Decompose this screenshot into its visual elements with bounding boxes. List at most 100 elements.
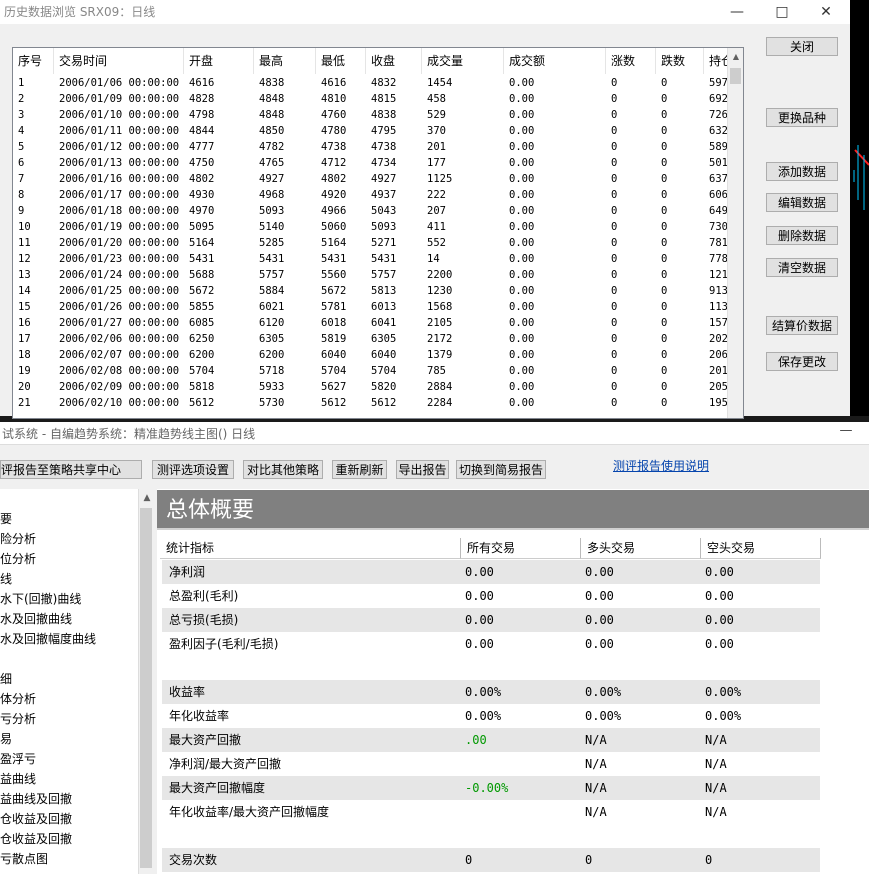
report-value-all: 0.00 xyxy=(465,613,494,627)
minimize-icon[interactable]: — xyxy=(715,0,759,24)
report-row: 交易次数 0 0 0 xyxy=(162,848,820,872)
report-row: 盈利因子(毛利/毛损) 0.00 0.00 0.00 xyxy=(162,632,820,656)
table-cell: 2006/02/07 00:00:00 xyxy=(59,349,180,361)
table-row[interactable]: 4 2006/01/11 00:00:00 4844 4850 4780 4795 370 0… xyxy=(13,123,733,139)
column-header[interactable]: 序号 xyxy=(13,48,54,74)
table-row[interactable]: 2 2006/01/09 00:00:00 4828 4848 4810 4815 458 0… xyxy=(13,91,733,107)
table-row[interactable]: 3 2006/01/10 00:00:00 4798 4848 4760 4838 529 0… xyxy=(13,107,733,123)
report-row xyxy=(162,824,820,848)
table-cell: 6040 xyxy=(371,349,397,361)
tree-item[interactable]: 体分析 xyxy=(0,689,36,709)
table-row[interactable]: 6 2006/01/13 00:00:00 4750 4765 4712 4734 177 0… xyxy=(13,155,733,171)
options-button[interactable]: 测评选项设置 xyxy=(152,460,234,479)
table-cell: 1230 xyxy=(427,285,453,297)
table-cell: 1125 xyxy=(427,173,453,185)
column-header[interactable]: 成交量 xyxy=(422,48,504,74)
table-cell: 2006/01/11 00:00:00 xyxy=(59,125,180,137)
tree-item[interactable]: 益曲线及回撤 xyxy=(0,789,72,809)
table-cell: 0 xyxy=(611,109,618,121)
tree-item[interactable]: 仓收益及回撤 xyxy=(0,829,72,849)
tree-item[interactable]: 水及回撤幅度曲线 xyxy=(0,629,96,649)
table-row[interactable]: 15 2006/01/26 00:00:00 5855 6021 5781 6013 156… xyxy=(13,299,733,315)
history-data-table[interactable]: 序号 交易时间 开盘 最高 最低 收盘 成交量 成交额 涨数 跌数 持仓 1 2006/01/06 0… xyxy=(12,47,744,419)
table-row[interactable]: 9 2006/01/18 00:00:00 4970 5093 4966 5043 207 0… xyxy=(13,203,733,219)
table-row[interactable]: 13 2006/01/24 00:00:00 5688 5757 5560 5757 220… xyxy=(13,267,733,283)
column-header[interactable]: 最高 xyxy=(254,48,316,74)
scroll-up-icon[interactable]: ▲ xyxy=(139,493,155,503)
column-header[interactable]: 收盘 xyxy=(366,48,422,74)
column-header[interactable]: 跌数 xyxy=(656,48,704,74)
save-changes-button[interactable]: 保存更改 xyxy=(766,352,838,371)
table-cell: 4920 xyxy=(321,189,347,201)
simple-report-button[interactable]: 切换到简易报告 xyxy=(456,460,546,479)
table-scrollbar[interactable]: ▲ xyxy=(727,48,743,418)
table-cell: 5820 xyxy=(371,381,397,393)
table-row[interactable]: 1 2006/01/06 00:00:00 4616 4838 4616 4832 1454… xyxy=(13,75,733,91)
table-cell: 3 xyxy=(18,109,25,121)
minimize-icon[interactable]: — xyxy=(836,422,856,442)
tree-item[interactable]: 细 xyxy=(0,669,12,689)
tree-item[interactable]: 亏分析 xyxy=(0,709,36,729)
table-row[interactable]: 11 2006/01/20 00:00:00 5164 5285 5164 5271 552… xyxy=(13,235,733,251)
table-cell: 1568 xyxy=(427,301,453,313)
report-value-short: N/A xyxy=(705,781,727,795)
table-cell: 6250 xyxy=(189,333,215,345)
scroll-up-icon[interactable]: ▲ xyxy=(728,52,743,64)
table-cell: 1379 xyxy=(427,349,453,361)
scroll-thumb[interactable] xyxy=(730,68,741,84)
share-report-button[interactable]: 评报告至策略共享中心 xyxy=(0,460,142,479)
table-row[interactable]: 19 2006/02/08 00:00:00 5704 5718 5704 5704 785… xyxy=(13,363,733,379)
compare-strategy-button[interactable]: 对比其他策略 xyxy=(243,460,323,479)
table-row[interactable]: 18 2006/02/07 00:00:00 6200 6200 6040 6040 137… xyxy=(13,347,733,363)
table-row[interactable]: 20 2006/02/09 00:00:00 5818 5933 5627 5820 288… xyxy=(13,379,733,395)
report-metric-label: 最大资产回撤幅度 xyxy=(169,781,266,795)
tree-item[interactable]: 水及回撤曲线 xyxy=(0,609,72,629)
tree-item[interactable]: 线 xyxy=(0,569,12,589)
report-value-long: 0.00 xyxy=(585,589,614,603)
tree-item[interactable]: 亏散点图 xyxy=(0,849,48,869)
table-row[interactable]: 21 2006/02/10 00:00:00 5612 5730 5612 5612 228… xyxy=(13,395,733,411)
tree-item[interactable]: 位分析 xyxy=(0,549,36,569)
table-cell: 5757 xyxy=(259,269,285,281)
column-header[interactable]: 开盘 xyxy=(184,48,254,74)
table-row[interactable]: 7 2006/01/16 00:00:00 4802 4927 4802 4927 1125… xyxy=(13,171,733,187)
table-row[interactable]: 8 2006/01/17 00:00:00 4930 4968 4920 4937 222 0… xyxy=(13,187,733,203)
table-row[interactable]: 12 2006/01/23 00:00:00 5431 5431 5431 5431 14 0… xyxy=(13,251,733,267)
report-help-link[interactable]: 测评报告使用说明 xyxy=(613,457,709,474)
table-cell: 0 xyxy=(611,269,618,281)
tree-item[interactable]: 盈浮亏 xyxy=(0,749,36,769)
refresh-button[interactable]: 重新刷新 xyxy=(332,460,387,479)
close-button[interactable]: 关闭 xyxy=(766,37,838,56)
table-cell: 4848 xyxy=(259,93,285,105)
column-header[interactable]: 最低 xyxy=(316,48,366,74)
export-report-button[interactable]: 导出报告 xyxy=(396,460,449,479)
column-header[interactable]: 交易时间 xyxy=(54,48,184,74)
report-value-short: 0.00 xyxy=(705,637,734,651)
clear-data-button[interactable]: 清空数据 xyxy=(766,258,838,277)
table-row[interactable]: 10 2006/01/19 00:00:00 5095 5140 5060 5093 411… xyxy=(13,219,733,235)
column-header[interactable]: 成交额 xyxy=(504,48,606,74)
table-row[interactable]: 14 2006/01/25 00:00:00 5672 5884 5672 5813 123… xyxy=(13,283,733,299)
table-cell: 6305 xyxy=(371,333,397,345)
delete-data-button[interactable]: 删除数据 xyxy=(766,226,838,245)
add-data-button[interactable]: 添加数据 xyxy=(766,162,838,181)
change-symbol-button[interactable]: 更换品种 xyxy=(766,108,838,127)
table-row[interactable]: 5 2006/01/12 00:00:00 4777 4782 4738 4738 201 0… xyxy=(13,139,733,155)
table-cell: 2006/01/19 00:00:00 xyxy=(59,221,180,233)
tree-item[interactable]: 水下(回撤)曲线 xyxy=(0,589,81,609)
tree-item[interactable]: 益曲线 xyxy=(0,769,36,789)
maximize-icon[interactable]: □ xyxy=(760,0,804,24)
close-icon[interactable]: ✕ xyxy=(804,0,848,24)
tree-item[interactable]: 易 xyxy=(0,729,12,749)
tree-item[interactable]: 仓收益及回撤 xyxy=(0,809,72,829)
column-header[interactable]: 涨数 xyxy=(606,48,656,74)
tree-scroll-thumb[interactable] xyxy=(140,508,152,868)
report-value-all: .00 xyxy=(465,733,487,747)
edit-data-button[interactable]: 编辑数据 xyxy=(766,193,838,212)
table-row[interactable]: 17 2006/02/06 00:00:00 6250 6305 5819 6305 217… xyxy=(13,331,733,347)
column-header-long: 多头交易 xyxy=(581,538,701,559)
tree-item[interactable]: 要 xyxy=(0,509,12,529)
settlement-data-button[interactable]: 结算价数据 xyxy=(766,316,838,335)
tree-item[interactable]: 险分析 xyxy=(0,529,36,549)
table-row[interactable]: 16 2006/01/27 00:00:00 6085 6120 6018 6041 210… xyxy=(13,315,733,331)
